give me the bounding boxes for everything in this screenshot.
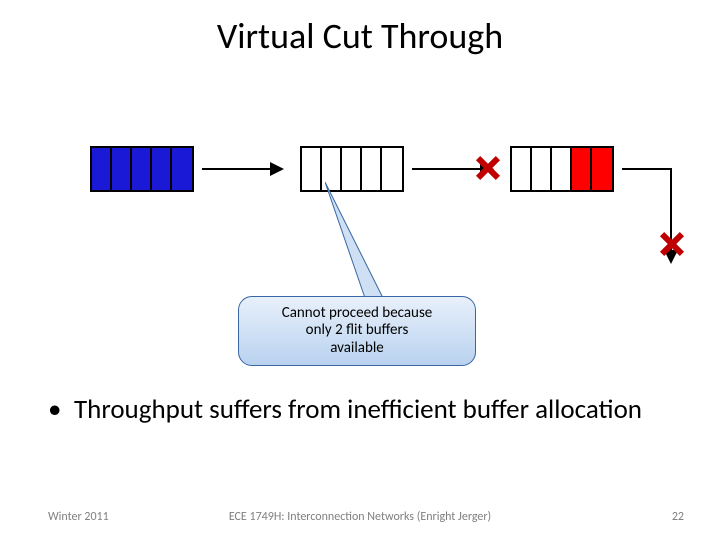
flit-cell xyxy=(342,148,362,190)
flit-cell xyxy=(322,148,342,190)
flit-cell xyxy=(512,148,532,190)
footer-course: ECE 1749H: Interconnection Networks (Enr… xyxy=(0,510,720,524)
callout-line1: Cannot proceed because xyxy=(282,304,433,322)
flit-cell xyxy=(172,148,192,190)
callout-line2: only 2 flit buffers xyxy=(306,321,409,339)
flit-cell xyxy=(592,148,612,190)
flit-cell xyxy=(532,148,552,190)
buffer-middle xyxy=(300,146,404,192)
bullet-text: Throughput suffers from inefficient buff… xyxy=(74,394,664,425)
arrow-right-horizontal xyxy=(622,168,672,170)
blocked-x-icon xyxy=(475,156,499,180)
flit-cell xyxy=(112,148,132,190)
flit-cell xyxy=(132,148,152,190)
footer-page-number: 22 xyxy=(672,510,684,524)
flit-cell xyxy=(92,148,112,190)
flit-cell xyxy=(362,148,382,190)
callout-bubble: Cannot proceed because only 2 flit buffe… xyxy=(238,296,476,366)
callout-line3: available xyxy=(330,339,384,357)
bullet-point: •Throughput suffers from inefficient buf… xyxy=(48,394,668,425)
slide-title: Virtual Cut Through xyxy=(0,14,720,58)
flit-cell xyxy=(552,148,572,190)
flit-cell xyxy=(382,148,402,190)
buffer-right xyxy=(510,146,614,192)
blocked-x-icon xyxy=(659,232,683,256)
flit-cell xyxy=(152,148,172,190)
arrow-left-to-mid xyxy=(202,168,282,170)
flit-cell xyxy=(572,148,592,190)
callout-pointer-icon xyxy=(325,182,405,308)
bullet-marker: • xyxy=(48,394,74,425)
buffer-left xyxy=(90,146,194,192)
flit-cell xyxy=(302,148,322,190)
